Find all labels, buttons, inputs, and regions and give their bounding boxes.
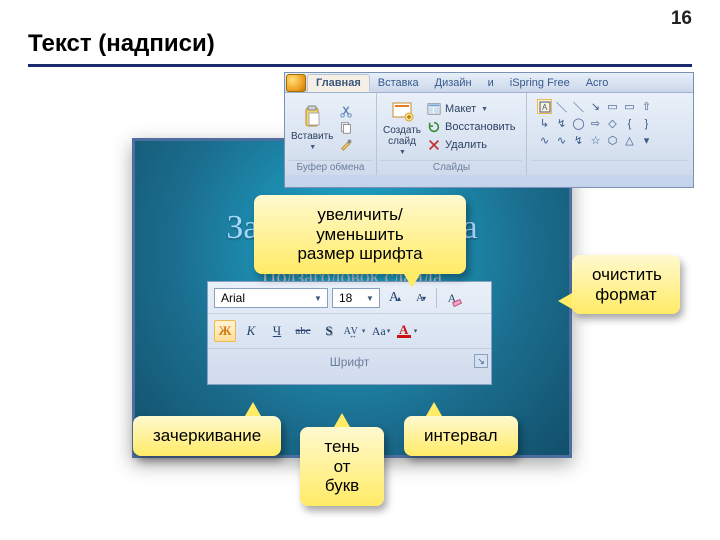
ribbon-body: Вставить ▼ Буфер обмена Создать слайд [285,93,693,175]
underline-button[interactable]: Ч [266,320,288,342]
line-shape-icon[interactable]: ＼ [554,99,569,114]
gallery-scroll-icon[interactable]: ▾ [639,133,654,148]
curve-shape-icon[interactable]: ∿ [537,133,552,148]
font-group-label: Шрифт ↘ [208,348,491,373]
font-name-value: Arial [221,291,311,305]
font-group: Arial ▼ 18 ▼ A▴ A▾ Aa Ж К Ч abc S AV ↔ ▾… [207,281,492,385]
bold-button[interactable]: Ж [214,320,236,342]
callout-strike: зачеркивание [133,416,281,456]
office-button[interactable] [286,74,306,92]
delete-label: Удалить [445,139,487,151]
callout-spacing: интервал [404,416,518,456]
rect-shape-icon[interactable]: ▭ [605,99,620,114]
scissors-icon[interactable] [339,104,353,118]
new-slide-button[interactable]: Создать слайд ▼ [381,97,423,158]
arrow-shape-icon[interactable]: ⇧ [639,99,654,114]
shapes-group-spacer [531,160,689,175]
font-size-combo[interactable]: 18 ▼ [332,288,380,308]
dropdown-icon: ▼ [363,294,377,303]
delete-icon [427,138,441,152]
dropdown-icon: ▼ [309,144,316,151]
copy-icon[interactable] [339,121,353,135]
diamond-shape-icon[interactable]: ◇ [605,116,620,131]
title-divider [28,64,692,67]
reset-label: Восстановить [445,121,515,133]
ribbon-tab-acro[interactable]: Acro [578,75,617,91]
textbox-shape-icon[interactable]: A [537,99,552,114]
font-size-value: 18 [339,291,363,305]
dropdown-icon: ▼ [399,149,406,156]
rect-shape-icon[interactable]: ▭ [622,99,637,114]
callout-shadow: тень от букв [300,427,384,506]
paste-label: Вставить [291,131,333,142]
ribbon-tabs: Главная Вставка Дизайн и iSpring Free Ac… [285,73,693,93]
change-case-button[interactable]: Aa▾ [370,320,392,342]
line-shape-icon[interactable]: ＼ [571,99,586,114]
reset-icon [427,120,441,134]
hex-shape-icon[interactable]: ⬡ [605,133,620,148]
font-name-combo[interactable]: Arial ▼ [214,288,328,308]
arrow-shape-icon[interactable]: ⇨ [588,116,603,131]
dropdown-icon: ▾ [414,327,418,335]
triangle-shape-icon[interactable]: △ [622,133,637,148]
callout-clear-format: очистить формат [572,255,680,314]
dropdown-icon: ▼ [311,294,325,303]
clipboard-icon [300,105,324,129]
connector-shape-icon[interactable]: ↯ [571,133,586,148]
svg-text:A: A [542,103,548,112]
clipboard-group-label: Буфер обмена [289,160,372,175]
paintbrush-icon[interactable] [339,138,353,152]
dialog-launcher-icon[interactable]: ↘ [474,354,488,368]
ribbon-tab-design[interactable]: Дизайн [427,75,480,91]
delete-button[interactable]: Удалить [427,138,515,153]
dropdown-icon: ▾ [387,327,391,335]
brace-shape-icon[interactable]: { [622,116,637,131]
layout-button[interactable]: Макет ▼ [427,102,515,117]
page-title: Текст (надписи) [28,30,215,58]
slides-group-label: Слайды [381,160,522,175]
connector-shape-icon[interactable]: ↯ [554,116,569,131]
brace-shape-icon[interactable]: } [639,116,654,131]
strike-button[interactable]: abc [292,320,314,342]
connector-shape-icon[interactable]: ↳ [537,116,552,131]
italic-button[interactable]: К [240,320,262,342]
clear-format-button[interactable]: Aa [441,287,463,309]
ribbon-group-shapes: A ＼ ＼ ↘ ▭ ▭ ⇧ ↳ ↯ ◯ ⇨ ◇ { } ∿ ∿ ↯ ☆ ⬡ △ [527,93,693,175]
shrink-font-button[interactable]: A▾ [410,287,432,309]
shapes-gallery[interactable]: A ＼ ＼ ↘ ▭ ▭ ⇧ ↳ ↯ ◯ ⇨ ◇ { } ∿ ∿ ↯ ☆ ⬡ △ [531,95,689,148]
arrow-shape-icon[interactable]: ↘ [588,99,603,114]
callout-font-size: увеличить/уменьшить размер шрифта [254,195,466,274]
new-slide-icon [390,99,414,123]
oval-shape-icon[interactable]: ◯ [571,116,586,131]
ribbon-tab-ispring[interactable]: iSpring Free [502,75,578,91]
ribbon-tab-extra[interactable]: и [480,75,502,91]
reset-button[interactable]: Восстановить [427,120,515,135]
eraser-icon [452,297,462,307]
page-number: 16 [671,8,692,30]
font-color-button[interactable]: A ▾ [396,320,418,342]
font-color-swatch [397,335,411,338]
curve-shape-icon[interactable]: ∿ [554,133,569,148]
star-shape-icon[interactable]: ☆ [588,133,603,148]
text-shadow-button[interactable]: S [318,320,340,342]
char-spacing-button[interactable]: AV ↔ ▾ [344,320,366,342]
ribbon-group-clipboard: Вставить ▼ Буфер обмена [285,93,377,175]
new-slide-label: Создать слайд [383,125,421,147]
dropdown-icon: ▼ [481,106,488,113]
paste-button[interactable]: Вставить ▼ [289,103,335,153]
ribbon: Главная Вставка Дизайн и iSpring Free Ac… [284,72,694,188]
dropdown-icon: ▾ [362,327,367,335]
grow-font-button[interactable]: A▴ [384,287,406,309]
ribbon-tab-insert[interactable]: Вставка [370,75,427,91]
layout-icon [427,102,441,116]
ribbon-tab-home[interactable]: Главная [307,74,370,92]
ribbon-group-slides: Создать слайд ▼ Макет ▼ Восстановить [377,93,527,175]
layout-label: Макет [445,103,476,115]
